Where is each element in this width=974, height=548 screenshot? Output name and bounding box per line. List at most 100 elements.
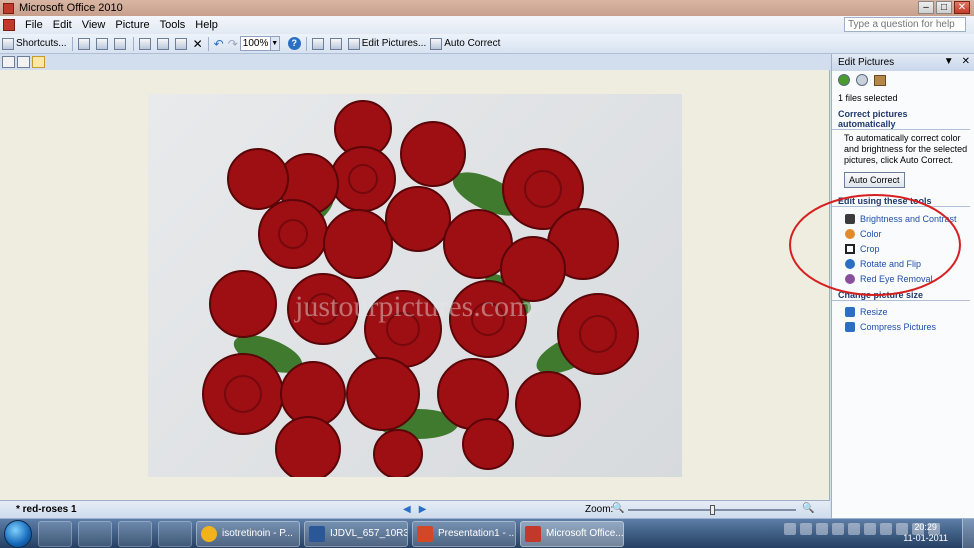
auto-correct-button[interactable]: Auto Correct	[844, 172, 905, 188]
tray-icon[interactable]	[800, 523, 812, 535]
task-powerpoint[interactable]: Presentation1 - ...	[412, 520, 516, 547]
tool-label: Resize	[860, 306, 888, 317]
zoom-select[interactable]: 100% ▼	[239, 36, 280, 51]
size-tools-list: Resize Compress Pictures	[832, 304, 974, 334]
toolbar-separator	[71, 36, 73, 51]
task-pane-header: Edit Pictures ▼ ✕	[832, 54, 974, 71]
picture-canvas: justourpictures.com	[0, 70, 830, 500]
resize-link[interactable]: Resize	[832, 304, 974, 319]
shortcuts-button[interactable]: Shortcuts...	[0, 36, 69, 52]
photo-watermark: justourpictures.com	[294, 290, 532, 323]
compress-pictures-link[interactable]: Compress Pictures	[832, 319, 974, 334]
forward-icon[interactable]	[856, 74, 868, 86]
print-button[interactable]	[94, 36, 112, 52]
menu-tools[interactable]: Tools	[160, 19, 186, 31]
media-player-icon[interactable]	[38, 520, 72, 547]
internet-explorer-icon[interactable]	[78, 520, 112, 547]
zoom-slider[interactable]	[628, 505, 796, 515]
menu-picture[interactable]: Picture	[115, 19, 149, 31]
menu-file[interactable]: File	[25, 19, 43, 31]
close-button[interactable]: ✕	[954, 1, 970, 14]
auto-correct-heading: Correct pictures automatically	[832, 109, 970, 130]
menu-help[interactable]: Help	[195, 19, 218, 31]
delete-icon: ✕	[192, 36, 203, 51]
auto-correct-toolbar-button[interactable]: Auto Correct	[428, 36, 502, 52]
picture-navigation: ◀ ▶	[403, 504, 426, 515]
roses-photo: justourpictures.com	[148, 94, 682, 477]
app-icon[interactable]	[3, 2, 14, 14]
files-selected-text: 1 files selected	[838, 93, 898, 103]
single-picture-view-icon[interactable]	[32, 56, 45, 68]
undo-icon: ↶	[213, 36, 224, 51]
clock[interactable]: 20:29 11-01-2011	[903, 522, 948, 544]
status-bar: * red-roses 1 ◀ ▶ Zoom: 🔍 🔍	[0, 500, 830, 518]
tray-icon[interactable]	[848, 523, 860, 535]
save-icon	[77, 37, 90, 50]
undo-button[interactable]: ↶	[212, 36, 226, 52]
delete-button[interactable]: ✕	[191, 36, 205, 52]
thumbnail-view-icon[interactable]	[2, 56, 15, 68]
zoom-out-icon[interactable]: 🔍	[612, 503, 624, 514]
paste-icon	[174, 37, 187, 50]
tray-icon[interactable]	[784, 523, 796, 535]
zoom-slider-thumb[interactable]	[709, 505, 715, 515]
word-icon	[309, 525, 325, 542]
compress-icon	[845, 321, 855, 332]
menu-view[interactable]: View	[82, 19, 106, 31]
tray-icon[interactable]	[880, 523, 892, 535]
toolbar-separator	[305, 36, 307, 51]
paste-button[interactable]	[173, 36, 191, 52]
standard-toolbar: Shortcuts... ✕ ↶ ↷ 100% ▼ ? Edit Picture…	[0, 34, 974, 54]
cut-button[interactable]	[137, 36, 155, 52]
yahoo-messenger-icon[interactable]	[118, 520, 152, 547]
next-picture-icon[interactable]: ▶	[419, 504, 427, 515]
edit-pictures-button[interactable]: Edit Pictures...	[346, 36, 428, 52]
minimize-button[interactable]: –	[918, 1, 934, 14]
task-chrome[interactable]: isotretinoin - P...	[196, 520, 300, 547]
view-bar	[0, 54, 830, 70]
chevron-down-icon[interactable]: ▼	[269, 37, 279, 50]
help-search-input[interactable]	[844, 17, 966, 32]
copy-button[interactable]	[155, 36, 173, 52]
document-icon[interactable]	[3, 19, 15, 31]
show-desktop-button[interactable]	[962, 519, 974, 548]
redo-button[interactable]: ↷	[226, 36, 240, 52]
annotation-circle	[789, 194, 961, 296]
previous-picture-icon[interactable]: ◀	[403, 504, 411, 515]
task-office-picture-manager[interactable]: Microsoft Office...	[520, 520, 624, 547]
back-icon[interactable]	[838, 74, 850, 86]
calculator-icon[interactable]	[158, 520, 192, 547]
toolbar-separator	[207, 36, 209, 51]
menu-edit[interactable]: Edit	[53, 19, 72, 31]
clock-date: 11-01-2011	[903, 533, 948, 543]
save-button[interactable]	[76, 36, 94, 52]
email-button[interactable]	[112, 36, 130, 52]
task-pane-close-icon[interactable]: ✕	[962, 56, 970, 67]
tray-icon[interactable]	[832, 523, 844, 535]
task-label: isotretinoin - P...	[222, 528, 293, 539]
document-name: * red-roses 1	[16, 504, 77, 515]
task-pane-controls: ▼ ✕	[944, 56, 970, 67]
copy-icon	[156, 37, 169, 50]
tray-icon[interactable]	[816, 523, 828, 535]
task-word[interactable]: IJDVL_657_10R3 ...	[304, 520, 408, 547]
filmstrip-view-icon[interactable]	[17, 56, 30, 68]
help-button[interactable]: ?	[286, 36, 303, 52]
window-controls: – □ ✕	[918, 1, 970, 14]
task-pane-title: Edit Pictures	[838, 57, 895, 68]
home-icon[interactable]	[874, 74, 886, 86]
rotate-left-button[interactable]	[310, 36, 328, 52]
maximize-button[interactable]: □	[936, 1, 952, 14]
clock-time: 20:29	[914, 522, 937, 532]
tray-icon[interactable]	[864, 523, 876, 535]
start-button[interactable]	[4, 519, 32, 548]
task-pane-menu-icon[interactable]: ▼	[944, 56, 954, 67]
redo-icon: ↷	[227, 36, 238, 51]
zoom-in-icon[interactable]: 🔍	[802, 503, 814, 514]
auto-correct-icon	[430, 37, 443, 50]
print-icon	[95, 37, 108, 50]
toolbar-separator	[132, 36, 134, 51]
mail-icon	[113, 37, 126, 50]
zoom-value: 100%	[242, 38, 269, 49]
rotate-right-button[interactable]	[328, 36, 346, 52]
